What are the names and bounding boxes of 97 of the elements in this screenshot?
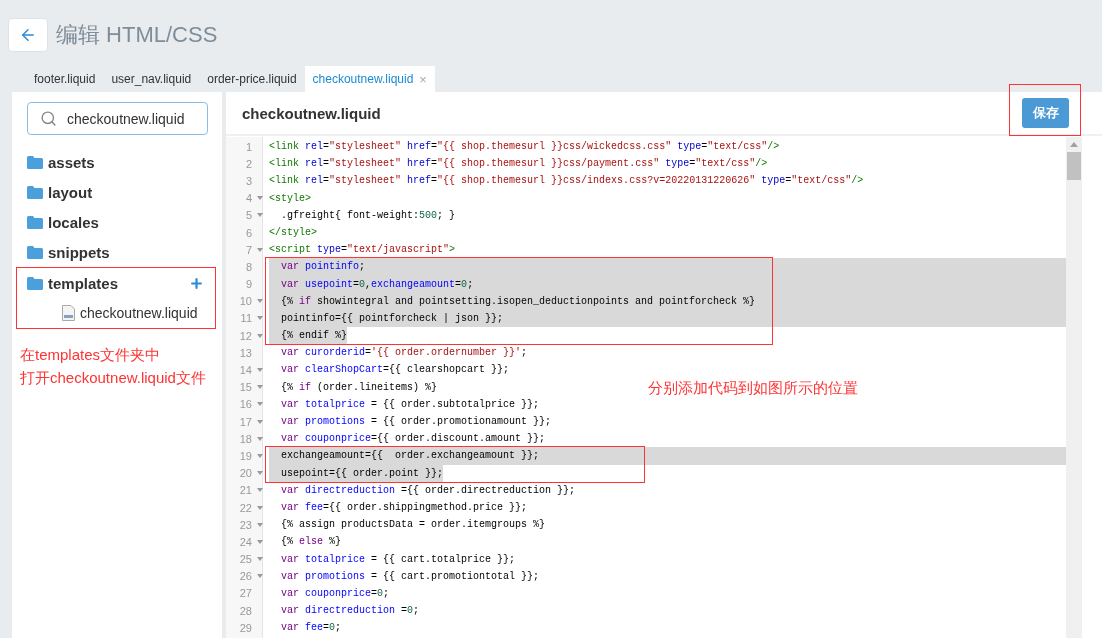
line-number: 1 [244, 140, 252, 153]
code-line: </style> [269, 225, 317, 240]
line-number: 3 [244, 174, 252, 187]
file-icon [62, 305, 75, 321]
line-number: 13 [238, 346, 252, 359]
line-number: 9 [244, 278, 252, 291]
fold-arrow-icon[interactable] [257, 316, 263, 321]
folder-item[interactable]: layout [12, 177, 222, 207]
fold-arrow-icon[interactable] [257, 488, 263, 493]
folder-item[interactable]: locales [12, 207, 222, 237]
code-line: {% if (order.lineitems) %} [280, 380, 438, 395]
code-line: var totalprice = {{ order.subtotalprice }}; [280, 397, 540, 412]
code-line: var promotions = {{ cart.promotiontotal }}; [280, 569, 540, 584]
code-line: {% else %} [280, 535, 342, 550]
code-line: var couponprice=0; [280, 586, 390, 601]
code-line: var totalprice = {{ cart.totalprice }}; [280, 552, 516, 567]
code-line: var directreduction ={{ order.directreduction }}; [280, 483, 576, 498]
folder-item[interactable]: templates [16, 268, 216, 298]
line-number: 14 [238, 364, 252, 377]
line-number: 6 [244, 226, 252, 239]
line-number: 8 [244, 260, 252, 273]
line-number: 26 [238, 570, 252, 583]
fold-arrow-icon[interactable] [257, 436, 263, 441]
file-item[interactable]: checkoutnew.liquid [16, 298, 216, 328]
line-number: 15 [238, 381, 252, 394]
scrollbar[interactable] [1066, 137, 1082, 638]
scroll-up-icon[interactable] [1070, 142, 1078, 147]
fold-arrow-icon[interactable] [257, 453, 263, 458]
line-number: 18 [238, 432, 252, 445]
file-tab[interactable]: footer.liquid [26, 66, 104, 92]
fold-arrow-icon[interactable] [257, 419, 263, 424]
back-button[interactable] [8, 18, 48, 52]
folder-item[interactable]: assets [12, 147, 222, 177]
code-line: var curorderid='{{ order.ordernumber }}'; [280, 346, 528, 361]
fold-arrow-icon[interactable] [257, 247, 263, 252]
line-number: 21 [238, 484, 252, 497]
fold-arrow-icon[interactable] [257, 299, 263, 304]
code-line: <link rel="stylesheet" href="{{ shop.themesurl }}css/wickedcss.css" type="text/css"/> [269, 140, 780, 154]
folder-icon [27, 215, 43, 229]
line-number: 11 [239, 312, 252, 325]
search-icon [40, 110, 57, 127]
line-number: 23 [238, 518, 252, 531]
line-number: 27 [238, 587, 252, 600]
file-tab[interactable]: user_nav.liquid [103, 66, 200, 92]
scrollbar-thumb[interactable] [1067, 152, 1081, 180]
fold-arrow-icon[interactable] [257, 539, 263, 544]
line-number: 16 [238, 398, 252, 411]
line-number: 5 [244, 209, 252, 222]
line-number: 29 [238, 621, 252, 634]
add-file-icon[interactable] [189, 275, 204, 291]
code-line: <style> [269, 191, 311, 206]
line-number: 7 [244, 243, 252, 256]
code-line: {% assign productsData = order.itemgroups %} [280, 518, 546, 533]
code-line: var couponprice={{ order.discount.amount }}; [280, 432, 546, 447]
line-number: 10 [238, 295, 252, 308]
fold-arrow-icon[interactable] [257, 574, 263, 579]
code-line: var promotions = {{ order.promotionamount }}; [280, 415, 552, 429]
file-tab[interactable]: order-price.liquid [199, 66, 305, 92]
line-number: 24 [238, 535, 252, 548]
line-number: 20 [238, 467, 252, 480]
page-title: 编辑 HTML/CSS [56, 21, 218, 49]
code-line: .gfreight{ font-weight:500; } [280, 208, 456, 223]
code-line: <link rel="stylesheet" href="{{ shop.themesurl }}css/indexs.css?v=20220131220626" type="text/css"/> [269, 174, 864, 189]
annotation-text: 在templates文件夹中 打开checkoutnew.liquid文件 [20, 345, 207, 388]
fold-arrow-icon[interactable] [257, 505, 263, 510]
folder-icon [27, 276, 43, 290]
folder-item[interactable]: snippets [12, 237, 222, 267]
code-line: var fee={{ order.shippingmethod.price }}; [280, 500, 528, 515]
line-number: 19 [238, 449, 252, 462]
line-number: 28 [238, 604, 252, 617]
fold-arrow-icon[interactable] [257, 385, 263, 390]
folder-icon [27, 155, 43, 169]
line-number: 4 [244, 192, 252, 205]
folder-icon [27, 245, 43, 259]
fold-arrow-icon[interactable] [257, 333, 263, 338]
line-number: 2 [244, 157, 252, 170]
editor-title: checkoutnew.liquid [242, 104, 381, 122]
code-line: <script type="text/javascript"> [269, 243, 456, 258]
annotation-text: 分别添加代码到如图所示的位置 [648, 379, 858, 398]
fold-arrow-icon[interactable] [257, 557, 263, 562]
folder-icon [27, 185, 43, 199]
file-tab[interactable]: checkoutnew.liquid × [304, 66, 435, 92]
code-line: var clearShopCart={{ clearshopcart }}; [280, 363, 510, 378]
fold-arrow-icon[interactable] [257, 471, 263, 476]
code-line: <link rel="stylesheet" href="{{ shop.themesurl }}css/payment.css" type="text/css"/> [269, 157, 768, 172]
code-line: var fee=0; [280, 621, 342, 636]
fold-arrow-icon[interactable] [257, 368, 263, 373]
line-number: 17 [238, 415, 252, 428]
search-field[interactable]: checkoutnew.liquid [27, 102, 208, 135]
line-number: 12 [238, 329, 252, 342]
code-line: var directreduction =0; [280, 604, 420, 619]
fold-arrow-icon[interactable] [257, 213, 263, 218]
fold-arrow-icon[interactable] [257, 402, 263, 407]
line-number: 22 [238, 501, 252, 514]
fold-arrow-icon[interactable] [257, 196, 263, 201]
line-number: 25 [238, 553, 252, 566]
fold-arrow-icon[interactable] [257, 522, 263, 527]
